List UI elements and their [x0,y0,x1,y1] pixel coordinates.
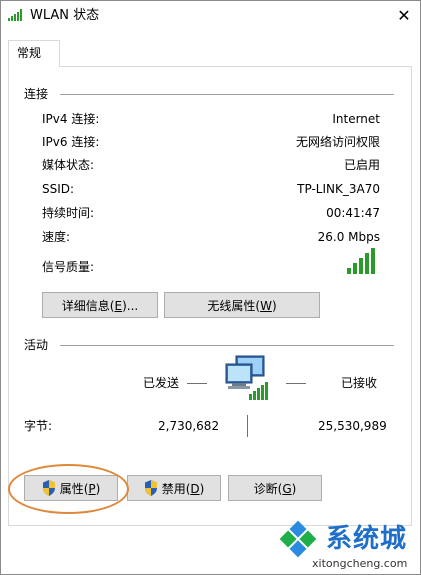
properties-button[interactable]: 属性(P) [24,475,118,501]
ssid-label: SSID: [42,182,75,196]
signal-bar [365,253,369,274]
disable-button-accesskey: D [190,481,200,496]
watermark-url: xitongcheng.com [312,557,408,570]
diagnose-button-accesskey: G [282,481,292,496]
disable-button-label: 禁用( [161,481,191,496]
wireless-button-accesskey: W [260,298,272,313]
signal-strength-icon [347,248,375,274]
details-button-accesskey: E [114,298,123,313]
duration-label: 持续时间: [42,206,95,220]
network-computers-icon [225,355,268,400]
ipv6-label: IPv6 连接: [42,135,100,149]
diagnose-button-suffix: ) [291,481,297,496]
windows-logo-icon [279,520,317,558]
bytes-separator [247,415,248,437]
ssid-value: TP-LINK_3A70 [297,182,380,196]
bytes-received-value: 25,530,989 [318,419,387,433]
connection-divider [60,94,394,95]
diagnose-button[interactable]: 诊断(G) [228,475,322,501]
activity-divider [60,345,394,346]
sent-dash [187,383,207,384]
sent-label: 已发送 [143,376,180,390]
details-button-suffix: )... [122,298,139,313]
wireless-button-suffix: ) [271,298,277,313]
signal-quality-label: 信号质量: [42,260,95,274]
wireless-button-label: 无线属性( [207,298,261,313]
uac-shield-icon [144,480,157,496]
signal-bar [371,248,375,274]
activity-heading: 活动 [24,338,49,352]
received-dash [286,383,306,384]
speed-label: 速度: [42,230,71,244]
signal-bar [359,258,363,274]
ipv4-value: Internet [332,112,380,126]
bytes-sent-value: 2,730,682 [158,419,220,433]
close-button[interactable]: ✕ [390,4,418,28]
connection-heading: 连接 [24,87,49,101]
tab-general[interactable]: 常规 [8,40,60,67]
watermark-text: 系统城 [326,524,408,554]
disable-button-suffix: ) [199,481,205,496]
wifi-signal-icon [8,9,22,21]
signal-bar [353,263,357,274]
window-title: WLAN 状态 [30,8,100,23]
media-state-value: 已启用 [343,158,380,172]
duration-value: 00:41:47 [326,206,380,220]
ipv4-label: IPv4 连接: [42,112,100,126]
signal-bar [347,268,351,274]
close-icon: ✕ [397,6,411,25]
received-label: 已接收 [341,376,378,390]
details-button-label: 详细信息( [61,298,115,313]
uac-shield-icon [42,480,55,496]
ipv6-value: 无网络访问权限 [295,135,380,149]
disable-button[interactable]: 禁用(D) [127,475,221,501]
media-state-label: 媒体状态: [42,158,95,172]
speed-value: 26.0 Mbps [317,230,380,244]
wireless-properties-button[interactable]: 无线属性(W) [164,292,320,318]
properties-button-label: 属性( [59,481,89,496]
bytes-label: 字节: [24,419,53,433]
properties-button-suffix: ) [95,481,101,496]
diagnose-button-label: 诊断( [253,481,283,496]
details-button[interactable]: 详细信息(E)... [42,292,158,318]
properties-button-accesskey: P [88,481,96,496]
